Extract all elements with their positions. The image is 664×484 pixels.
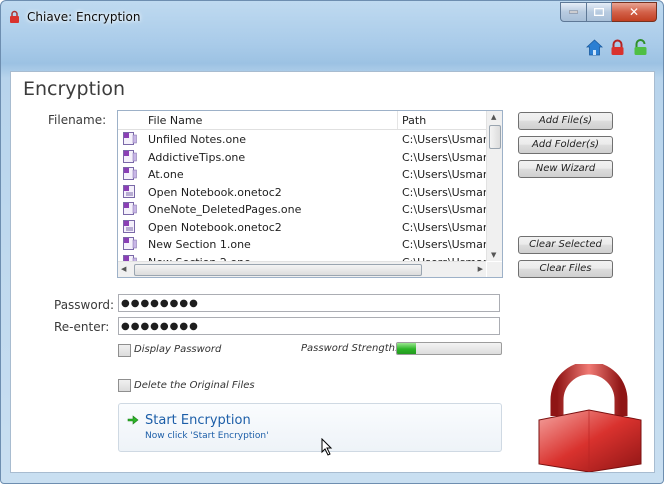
password-field[interactable]: ●●●●●●●●: [118, 294, 500, 312]
clear-files-button[interactable]: Clear Files: [518, 260, 613, 278]
column-header-path[interactable]: Path: [402, 114, 426, 127]
maximize-icon: [594, 8, 604, 16]
password-label: Password:: [54, 298, 115, 312]
close-icon: ✕: [628, 5, 640, 19]
delete-original-label[interactable]: Delete the Original Files: [134, 380, 255, 391]
start-encryption-hint: Now click 'Start Encryption': [145, 431, 269, 441]
file-path: C:\Users\Usman ...: [402, 220, 486, 234]
file-path: C:\Users\Usman ...: [402, 150, 486, 164]
horizontal-scrollbar[interactable]: ◀ ▶: [118, 261, 486, 277]
onenote-file-icon: [123, 132, 137, 145]
file-list[interactable]: File Name Path Unfiled Notes.one C:\User…: [117, 110, 503, 278]
file-path: C:\Users\Usman ...: [402, 133, 486, 146]
file-name: Open Notebook.onetoc2: [148, 220, 282, 234]
add-folders-button[interactable]: Add Folder(s): [518, 136, 613, 154]
file-path: C:\Users\Usman ...: [402, 185, 486, 199]
column-divider[interactable]: [397, 111, 398, 129]
content-panel: Encryption Filename: File Name Path Unfi…: [10, 71, 655, 473]
scroll-up-icon[interactable]: ▲: [491, 113, 496, 121]
vertical-scrollbar[interactable]: ▲ ▼: [486, 111, 502, 261]
scroll-right-icon[interactable]: ▶: [478, 265, 483, 273]
onenote-notebook-icon: [123, 219, 135, 233]
delete-original-checkbox[interactable]: [118, 379, 131, 392]
minimize-icon: [569, 10, 578, 14]
scroll-down-icon[interactable]: ▼: [491, 251, 496, 259]
password-strength-label: Password Strength:: [301, 343, 399, 354]
file-name: Unfiled Notes.one: [148, 133, 246, 146]
table-row[interactable]: OneNote_DeletedPages.one C:\Users\Usman …: [118, 200, 486, 218]
close-button[interactable]: ✕: [612, 2, 657, 22]
app-lock-icon: [10, 10, 19, 23]
page-title: Encryption: [23, 78, 126, 100]
table-row[interactable]: Open Notebook.onetoc2 C:\Users\Usman ...: [118, 183, 486, 201]
onenote-notebook-icon: [123, 184, 135, 198]
green-arrow-icon: [127, 415, 139, 425]
window-title: Chiave: Encryption: [27, 10, 141, 24]
display-password-checkbox[interactable]: [118, 344, 131, 357]
onenote-file-icon: [123, 167, 137, 180]
maximize-button[interactable]: [587, 2, 612, 22]
file-path: C:\Users\Usman ...: [402, 168, 486, 181]
file-name: AddictiveTips.one: [148, 150, 246, 164]
scroll-left-icon[interactable]: ◀: [121, 265, 126, 273]
scroll-corner: [487, 262, 502, 277]
column-header-file-name[interactable]: File Name: [148, 114, 202, 127]
password-strength-fill: [397, 343, 416, 354]
table-row[interactable]: New Section 1.one C:\Users\Usman ...: [118, 235, 486, 253]
file-name: At.one: [148, 168, 184, 181]
file-name: OneNote_DeletedPages.one: [148, 203, 302, 216]
encrypt-lock-icon[interactable]: [609, 39, 626, 56]
padlock-icon: [538, 364, 642, 472]
display-password-label[interactable]: Display Password: [134, 344, 221, 355]
start-encryption-title: Start Encryption: [145, 413, 251, 428]
add-files-button[interactable]: Add File(s): [518, 112, 613, 130]
minimize-button[interactable]: [560, 2, 587, 22]
file-name: Open Notebook.onetoc2: [148, 185, 282, 199]
table-row[interactable]: At.one C:\Users\Usman ...: [118, 165, 486, 183]
mouse-pointer-icon: [321, 438, 333, 456]
window-controls: ✕: [560, 2, 657, 22]
filename-label: Filename:: [48, 113, 107, 127]
toolbar-icons: [585, 39, 649, 56]
title-bar[interactable]: Chiave: Encryption ✕: [1, 1, 663, 31]
horizontal-scroll-thumb[interactable]: [134, 264, 422, 276]
app-window: Chiave: Encryption ✕ Encryption Filename…: [0, 0, 664, 484]
home-icon[interactable]: [585, 39, 604, 56]
onenote-file-icon: [123, 202, 137, 215]
file-name: New Section 1.one: [148, 238, 251, 251]
table-row[interactable]: AddictiveTips.one C:\Users\Usman ...: [118, 148, 486, 166]
reenter-label: Re-enter:: [54, 320, 110, 334]
reenter-password-field[interactable]: ●●●●●●●●: [118, 317, 500, 335]
decrypt-lock-icon[interactable]: [632, 39, 649, 56]
file-rows: Unfiled Notes.one C:\Users\Usman ... Add…: [118, 130, 486, 270]
file-path: C:\Users\Usman ...: [402, 238, 486, 251]
onenote-file-icon: [123, 237, 137, 250]
start-encryption-button[interactable]: Start Encryption Now click 'Start Encryp…: [118, 403, 502, 452]
password-strength-meter: [396, 342, 502, 355]
new-wizard-button[interactable]: New Wizard: [518, 160, 613, 178]
clear-selected-button[interactable]: Clear Selected: [518, 236, 613, 254]
table-row[interactable]: Open Notebook.onetoc2 C:\Users\Usman ...: [118, 218, 486, 236]
onenote-file-icon: [123, 149, 137, 163]
file-list-header: File Name Path: [118, 111, 486, 130]
vertical-scroll-thumb[interactable]: [489, 125, 501, 149]
table-row[interactable]: Unfiled Notes.one C:\Users\Usman ...: [118, 130, 486, 148]
file-path: C:\Users\Usman ...: [402, 203, 486, 216]
